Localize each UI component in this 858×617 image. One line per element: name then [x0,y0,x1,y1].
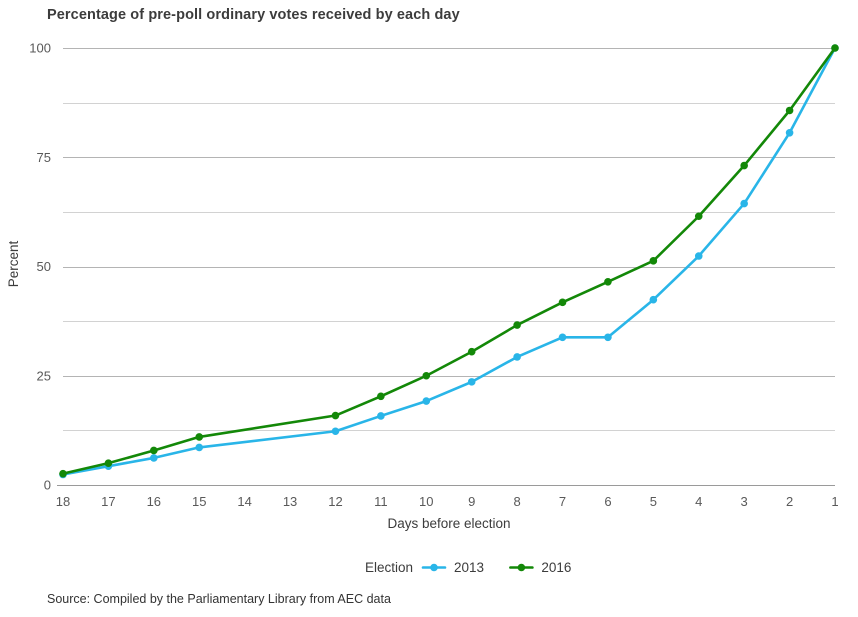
x-tick-label: 16 [147,494,161,509]
x-tick-label: 15 [192,494,206,509]
data-point [104,459,113,467]
series-line-2013 [61,46,837,476]
series-2013 [59,44,839,479]
data-point [150,446,158,455]
data-point [785,128,794,137]
data-point [422,371,431,380]
x-tick-label: 8 [514,494,521,509]
data-point [785,106,794,115]
x-tick-label: 6 [604,494,611,509]
data-point [649,257,658,265]
major-gridlines [63,48,835,486]
data-point [558,333,567,342]
data-point [377,412,385,420]
legend-swatch-marker [430,563,438,572]
y-axis-tick-labels: 0 25 50 75 100 [29,41,51,493]
data-point [150,454,158,462]
y-tick-label: 100 [29,41,51,56]
x-tick-label: 2 [786,494,793,509]
chart-container: Percentage of pre-poll ordinary votes re… [0,0,858,617]
x-tick-label: 12 [328,494,342,509]
data-point [694,252,703,260]
data-point [694,212,703,221]
x-tick-label: 18 [56,494,70,509]
data-point [377,392,385,401]
y-tick-label: 0 [44,478,51,493]
legend-label: 2013 [454,560,484,575]
data-point [604,333,612,342]
series-line-2016 [61,46,837,475]
y-axis-title: Percent [6,240,21,287]
x-tick-label: 1 [831,494,838,509]
data-point [331,411,340,420]
data-series-group [59,44,839,479]
x-tick-label: 11 [374,494,388,509]
x-tick-label: 14 [237,494,251,509]
y-tick-label: 50 [37,259,51,274]
legend-item-2013[interactable]: 2013 [421,560,484,575]
y-tick-label: 25 [37,368,51,383]
data-point [513,353,521,361]
data-point [513,321,521,329]
legend-title: Election [365,560,413,575]
data-point [467,378,476,386]
chart-legend: Election 2013 2016 [365,560,571,575]
data-point [558,298,567,307]
legend-label: 2016 [541,560,571,575]
x-tick-label: 10 [419,494,433,509]
data-point [831,44,839,52]
data-point [59,469,67,478]
chart-plot-area: 0 25 50 75 100 18 17 16 15 14 13 12 11 10 9 8 7 6 5 4 3 2 1 P… [6,41,839,575]
data-point [649,295,658,304]
y-tick-label: 75 [37,150,51,165]
x-axis-title: Days before election [387,516,510,531]
x-tick-label: 13 [283,494,297,509]
x-axis-tick-labels: 18 17 16 15 14 13 12 11 10 9 8 7 6 5 4 3 2 1 [56,494,839,509]
legend-item-2016[interactable]: 2016 [509,560,571,575]
data-point [331,427,340,436]
data-point [195,433,204,441]
x-tick-label: 3 [741,494,748,509]
data-point [604,277,612,286]
source-note: Source: Compiled by the Parliamentary Li… [47,592,391,606]
x-tick-label: 4 [695,494,702,509]
legend-swatch-marker [517,563,526,572]
data-point [467,347,476,356]
x-tick-label: 9 [468,494,475,509]
data-point [740,199,748,208]
data-point [195,443,204,452]
data-point [740,161,748,170]
x-tick-label: 7 [559,494,566,509]
data-point [422,397,431,405]
series-2016 [59,44,839,478]
x-tick-label: 17 [101,494,115,509]
x-tick-label: 5 [650,494,657,509]
